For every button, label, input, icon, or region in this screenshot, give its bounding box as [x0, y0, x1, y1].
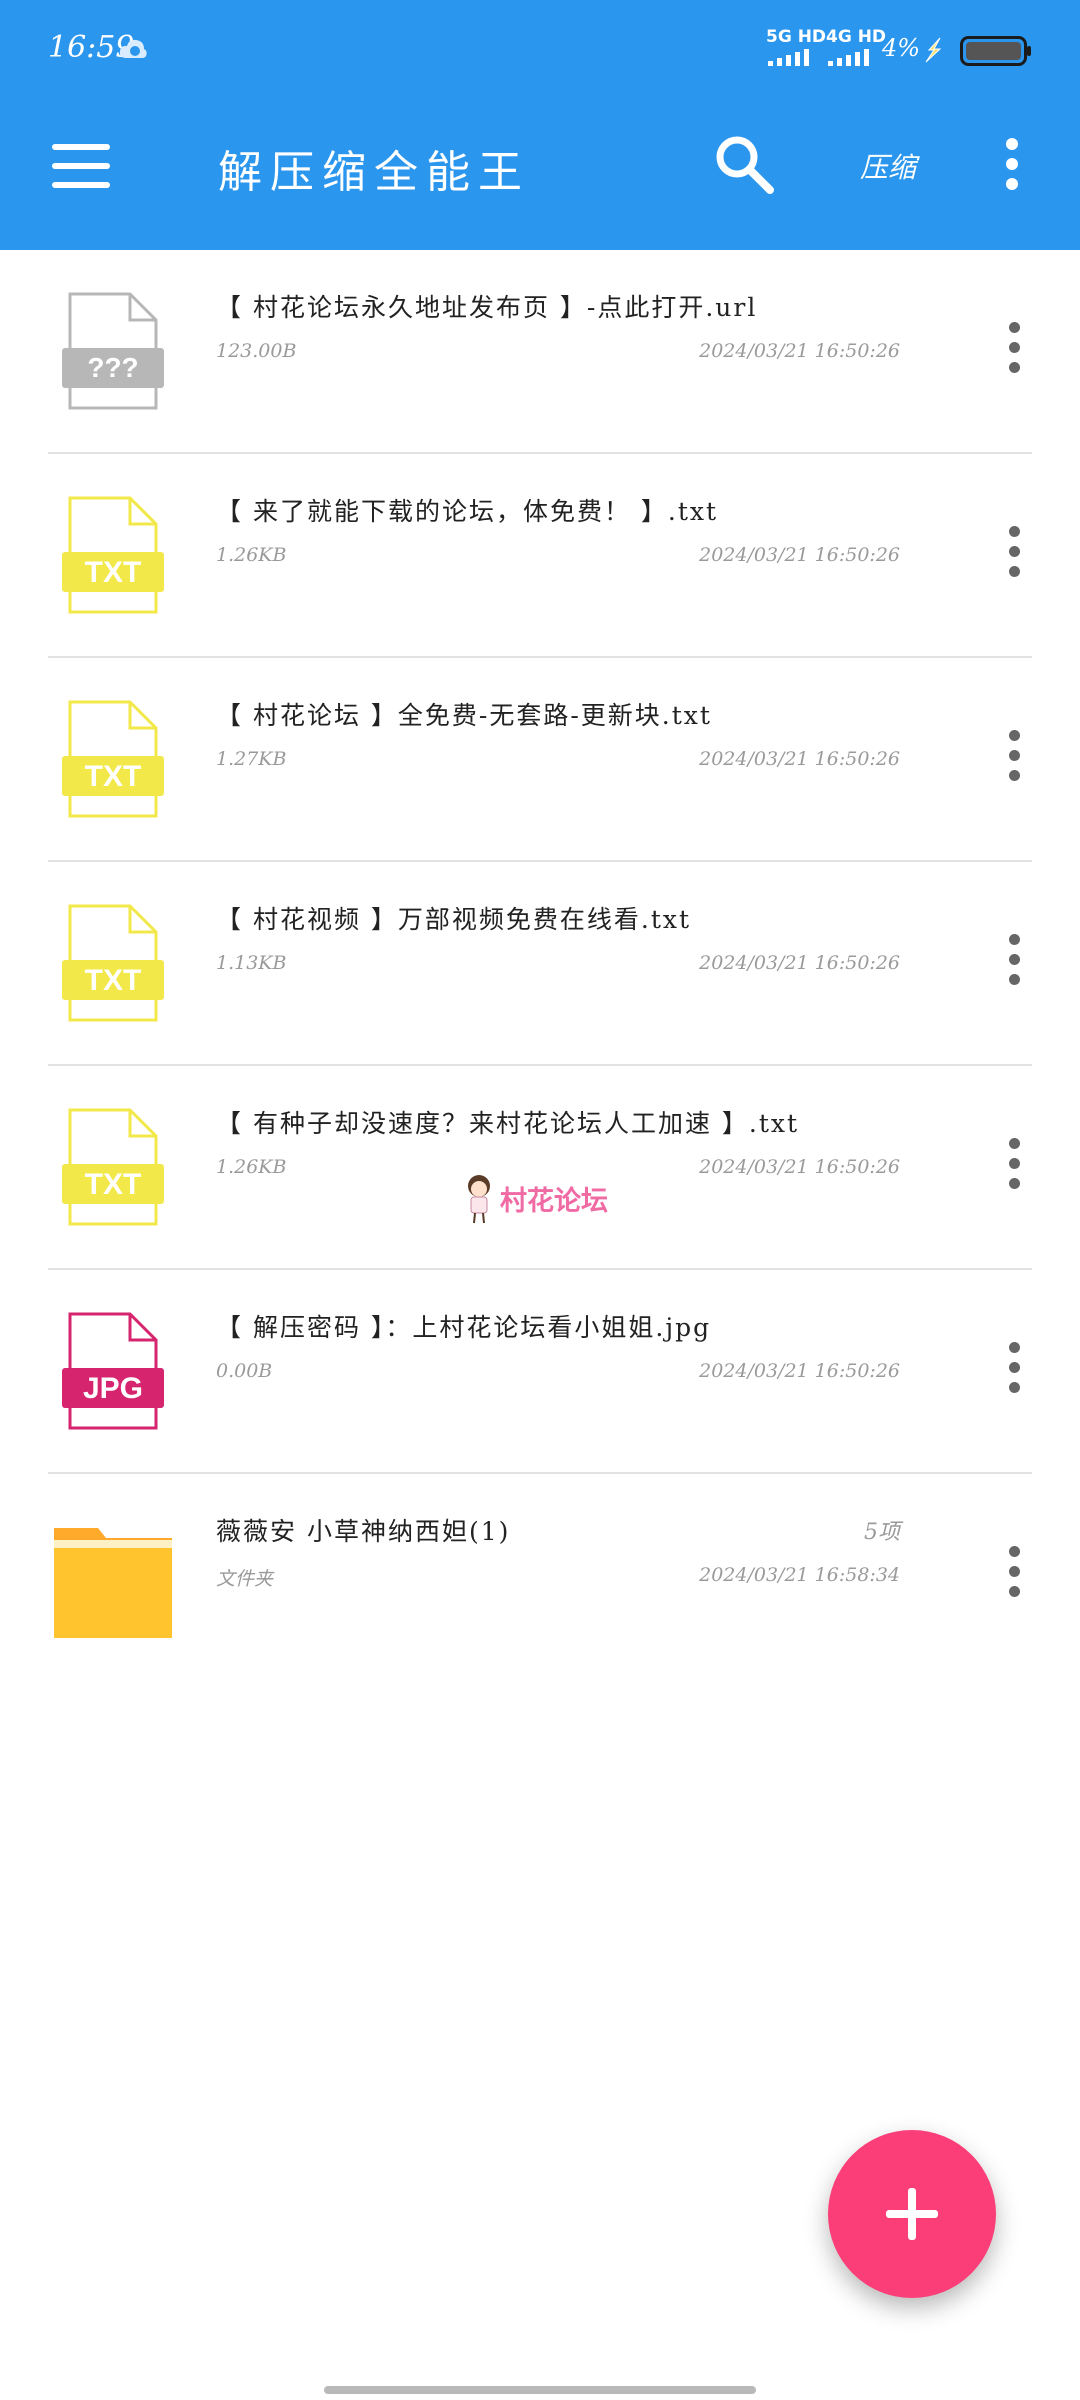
compress-button[interactable]: 压缩 — [860, 146, 916, 186]
home-indicator[interactable] — [324, 2386, 756, 2394]
signal-bars-icon-2 — [828, 49, 869, 66]
file-size: 1.26KB — [216, 544, 287, 566]
folder-date: 2024/03/21 16:58:34 — [699, 1564, 900, 1586]
folder-icon — [54, 1528, 172, 1638]
watermark-girl-icon — [468, 1175, 490, 1224]
menu-icon-line — [52, 163, 110, 169]
list-item[interactable]: ??? 【 村花论坛永久地址发布页 】-点此打开.url 123.00B 202… — [0, 250, 1080, 454]
toolbar: 解压缩全能王 压缩 — [0, 96, 1080, 250]
battery-percent: 4% — [882, 34, 921, 62]
list-item[interactable]: TXT 【 村花视频 】万部视频免费在线看.txt 1.13KB 2024/03… — [0, 862, 1080, 1066]
weather-cloud-icon — [119, 39, 147, 58]
list-item[interactable]: TXT 【 有种子却没速度？来村花论坛人工加速 】.txt 1.26KB 202… — [0, 1066, 1080, 1270]
menu-button[interactable] — [52, 144, 112, 188]
watermark-text: 村花论坛 — [500, 1185, 608, 1217]
overflow-menu-icon[interactable] — [1000, 138, 1024, 194]
file-size: 1.13KB — [216, 952, 287, 974]
file-name: 【 有种子却没速度？来村花论坛人工加速 】.txt — [216, 1109, 800, 1138]
file-date: 2024/03/21 16:50:26 — [699, 340, 900, 362]
file-type-label: TXT — [85, 760, 142, 793]
txt-file-icon: TXT — [62, 1108, 164, 1226]
battery-icon — [960, 36, 1031, 66]
network-label-2: 4G HD — [826, 27, 887, 47]
file-list: ??? 【 村花论坛永久地址发布页 】-点此打开.url 123.00B 202… — [0, 250, 1080, 1678]
txt-file-icon: TXT — [62, 904, 164, 1022]
item-more-icon[interactable] — [1008, 934, 1020, 994]
menu-icon-line — [52, 182, 110, 188]
top-app-bar: 16:59 5G HD 4G HD 4% 解压缩全能王 压缩 — [0, 0, 1080, 250]
file-date: 2024/03/21 16:50:26 — [699, 1156, 900, 1178]
list-item-folder[interactable]: 薇薇安 小草神纳西妲(1) 5项 文件夹 2024/03/21 16:58:34 — [0, 1474, 1080, 1678]
txt-file-icon: TXT — [62, 496, 164, 614]
signal-bars-icon-1 — [768, 49, 809, 66]
file-type-label: TXT — [85, 964, 142, 997]
folder-name: 薇薇安 小草神纳西妲(1) — [216, 1517, 511, 1546]
file-size: 1.27KB — [216, 748, 287, 770]
folder-type-label: 文件夹 — [216, 1568, 274, 1590]
plus-icon-vertical — [908, 2188, 916, 2240]
status-bar: 16:59 5G HD 4G HD 4% — [0, 0, 1080, 96]
app-title: 解压缩全能王 — [218, 147, 530, 198]
item-more-icon[interactable] — [1008, 1546, 1020, 1606]
file-date: 2024/03/21 16:50:26 — [699, 748, 900, 770]
menu-icon — [52, 144, 110, 150]
file-type-label: JPG — [83, 1372, 143, 1405]
charging-bolt-icon — [925, 37, 942, 63]
file-date: 2024/03/21 16:50:26 — [699, 1360, 900, 1382]
watermark: 村花论坛 — [462, 1172, 608, 1224]
file-type-label: TXT — [85, 556, 142, 589]
file-date: 2024/03/21 16:50:26 — [699, 952, 900, 974]
network-label-1: 5G HD — [766, 27, 827, 47]
item-more-icon[interactable] — [1008, 322, 1020, 382]
folder-item-count: 5项 — [864, 1520, 900, 1545]
file-date: 2024/03/21 16:50:26 — [699, 544, 900, 566]
list-item[interactable]: JPG 【 解压密码 】：上村花论坛看小姐姐.jpg 0.00B 2024/03… — [0, 1270, 1080, 1474]
item-more-icon[interactable] — [1008, 1138, 1020, 1198]
file-name: 【 村花视频 】万部视频免费在线看.txt — [216, 905, 692, 934]
list-item[interactable]: TXT 【 村花论坛 】全免费-无套路-更新块.txt 1.27KB 2024/… — [0, 658, 1080, 862]
file-type-label: TXT — [85, 1168, 142, 1201]
add-button[interactable] — [828, 2130, 996, 2298]
unknown-file-icon: ??? — [62, 292, 164, 410]
file-type-label: ??? — [87, 352, 138, 383]
file-name: 【 村花论坛永久地址发布页 】-点此打开.url — [216, 293, 758, 322]
item-more-icon[interactable] — [1008, 730, 1020, 790]
list-item[interactable]: TXT 【 来了就能下载的论坛，体免费！ 】.txt 1.26KB 2024/0… — [0, 454, 1080, 658]
file-name: 【 来了就能下载的论坛，体免费！ 】.txt — [216, 497, 719, 526]
file-size: 123.00B — [216, 340, 297, 362]
txt-file-icon: TXT — [62, 700, 164, 818]
search-icon[interactable] — [712, 132, 776, 196]
item-more-icon[interactable] — [1008, 526, 1020, 586]
file-size: 1.26KB — [216, 1156, 287, 1178]
item-more-icon[interactable] — [1008, 1342, 1020, 1402]
file-name: 【 村花论坛 】全免费-无套路-更新块.txt — [216, 701, 712, 730]
jpg-file-icon: JPG — [62, 1312, 164, 1430]
file-size: 0.00B — [216, 1360, 273, 1382]
file-name: 【 解压密码 】：上村花论坛看小姐姐.jpg — [216, 1313, 712, 1342]
